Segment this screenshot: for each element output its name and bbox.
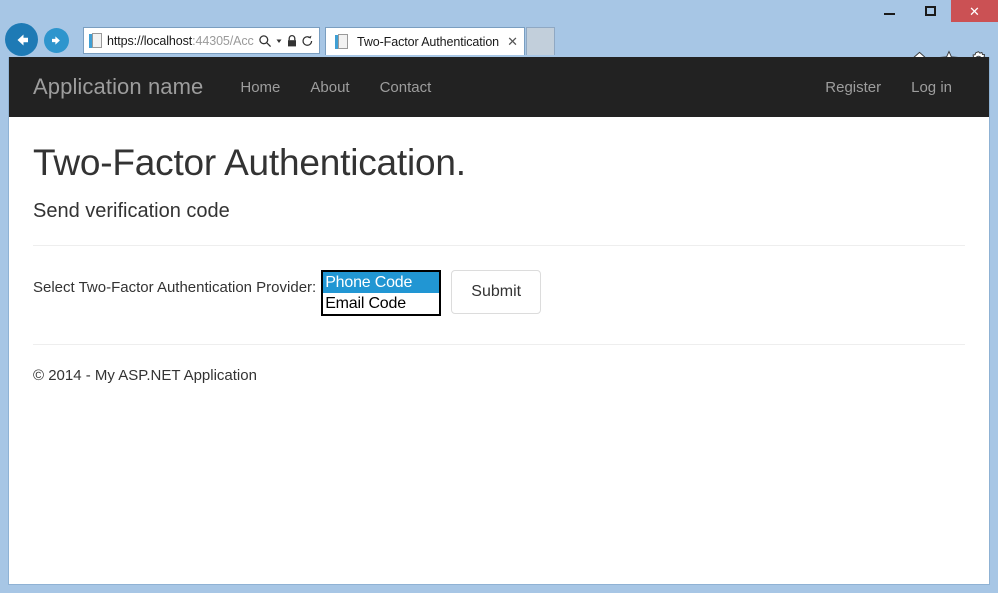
page-viewport: Application name Home About Contact Regi… (8, 57, 990, 585)
browser-window: ✕ https://localhost:44305/Acc (0, 0, 998, 593)
nav-item-login[interactable]: Log in (896, 79, 967, 96)
back-arrow-icon (12, 30, 32, 50)
page-footer: © 2014 - My ASP.NET Application (33, 367, 965, 384)
nav-item-contact[interactable]: Contact (365, 79, 447, 96)
nav-item-register[interactable]: Register (810, 79, 896, 96)
site-navbar: Application name Home About Contact Regi… (9, 57, 989, 117)
browser-toolbar: https://localhost:44305/Acc (0, 22, 998, 57)
search-icon[interactable] (258, 34, 272, 48)
forward-arrow-icon (49, 33, 64, 48)
page-favicon-icon (89, 33, 103, 49)
divider-bottom (33, 344, 965, 345)
divider-top (33, 245, 965, 246)
maximize-icon (925, 6, 936, 16)
forward-button[interactable] (44, 28, 69, 53)
new-tab-button[interactable] (526, 27, 555, 55)
page-content: Two-Factor Authentication. Send verifica… (9, 143, 989, 384)
nav-item-about[interactable]: About (295, 79, 364, 96)
refresh-icon[interactable] (301, 34, 314, 48)
two-factor-provider-form: Select Two-Factor Authentication Provide… (33, 270, 965, 322)
maximize-button[interactable] (910, 0, 951, 22)
tab-two-factor-authentication[interactable]: Two-Factor Authentication ... ✕ (325, 27, 525, 55)
page-title: Two-Factor Authentication. (33, 143, 965, 184)
select-option-email-code[interactable]: Email Code (323, 293, 439, 314)
brand-link[interactable]: Application name (33, 74, 203, 100)
chevron-down-icon[interactable] (275, 34, 283, 48)
url-host: https://localhost (107, 34, 192, 48)
nav-item-home[interactable]: Home (225, 79, 295, 96)
account-nav: Register Log in (810, 79, 989, 96)
provider-select-dropdown[interactable]: Phone Code Email Code (321, 270, 441, 316)
window-controls: ✕ (869, 0, 998, 22)
tab-title: Two-Factor Authentication ... (357, 35, 500, 49)
select-option-phone-code[interactable]: Phone Code (323, 272, 439, 293)
primary-nav: Home About Contact (225, 79, 446, 96)
tab-favicon-icon (335, 34, 349, 50)
title-bar: ✕ (0, 0, 998, 22)
close-icon: ✕ (969, 5, 980, 18)
provider-select-label: Select Two-Factor Authentication Provide… (33, 270, 316, 296)
lock-icon[interactable] (286, 34, 298, 48)
address-bar-url: https://localhost:44305/Acc (107, 34, 258, 48)
page-subtitle: Send verification code (33, 200, 965, 223)
minimize-icon (884, 13, 895, 15)
close-window-button[interactable]: ✕ (951, 0, 998, 22)
address-bar-icons (258, 34, 316, 48)
tab-strip: Two-Factor Authentication ... ✕ (325, 27, 555, 56)
tab-close-icon[interactable]: ✕ (507, 35, 518, 48)
submit-button[interactable]: Submit (451, 270, 541, 314)
url-path: :44305/Acc (192, 34, 254, 48)
minimize-button[interactable] (869, 0, 910, 22)
back-button[interactable] (5, 23, 38, 56)
address-bar[interactable]: https://localhost:44305/Acc (83, 27, 320, 54)
